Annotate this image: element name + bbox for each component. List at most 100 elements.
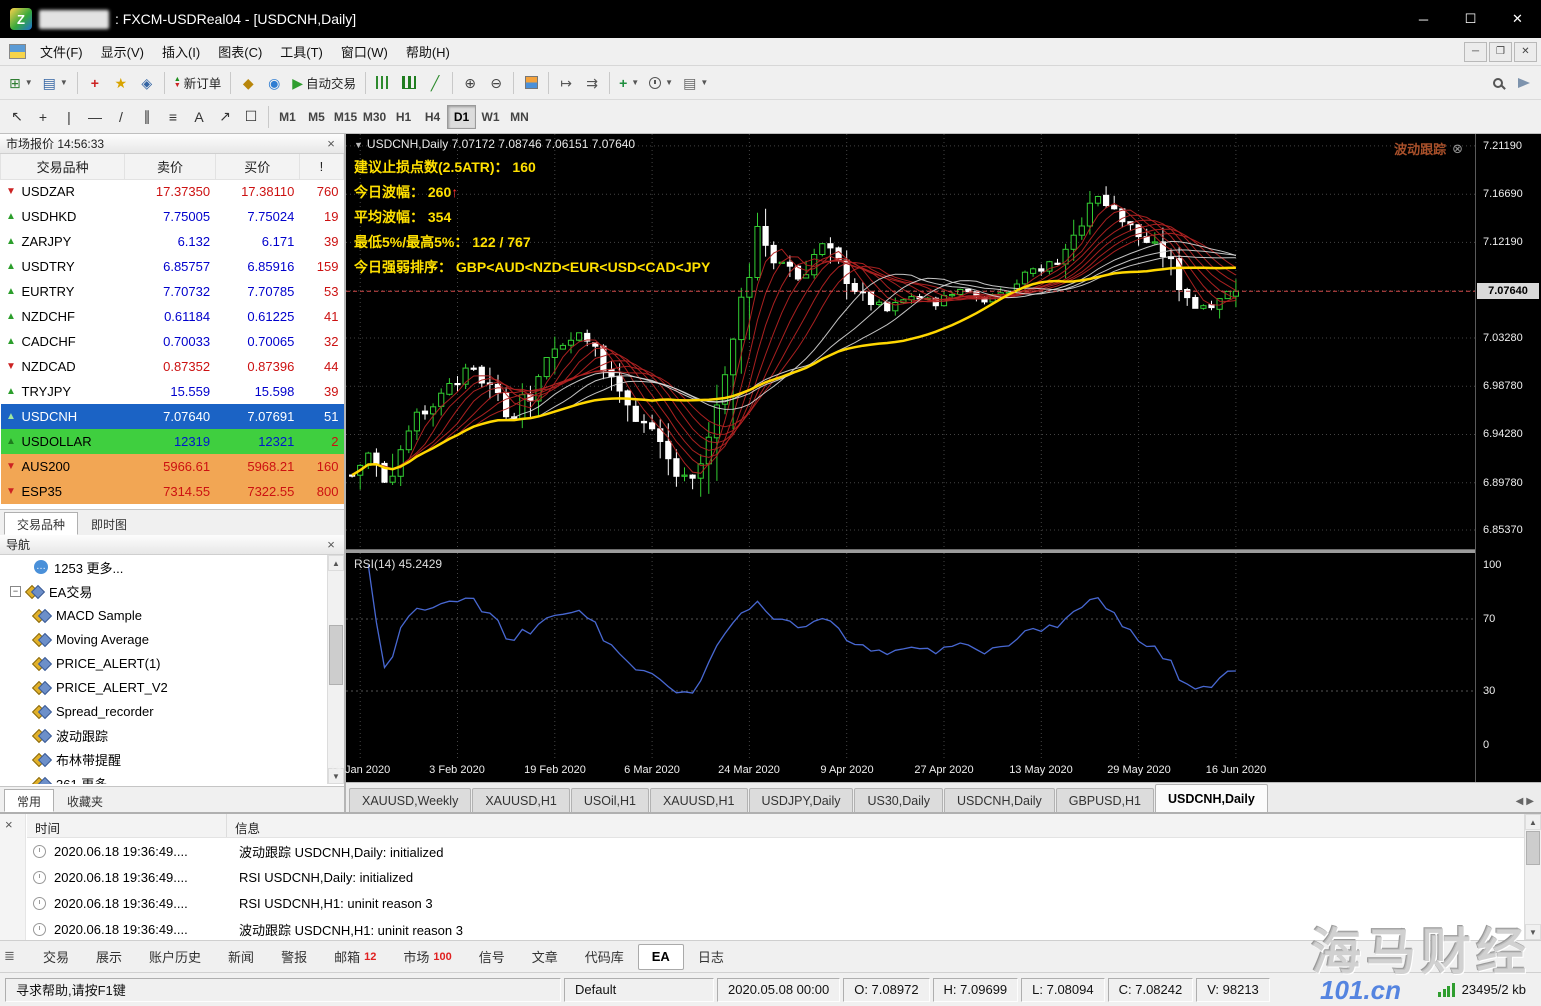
timeframe-H4-button[interactable]: H4 <box>418 105 447 129</box>
timeframe-M30-button[interactable]: M30 <box>360 105 389 129</box>
mql5-community-button[interactable]: ◉ <box>261 70 287 96</box>
market-watch-tab-0[interactable]: 交易品种 <box>4 512 79 535</box>
market-watch-row-ZARJPY[interactable]: ▲ ZARJPY 6.132 6.171 39 <box>0 229 344 254</box>
navigator-item-6[interactable]: Spread_recorder <box>0 699 327 723</box>
new-order-button[interactable]: ▲ ▼ 新订单 <box>169 70 226 96</box>
market-watch-tab-1[interactable]: 即时图 <box>78 512 140 535</box>
timeframe-M5-button[interactable]: M5 <box>302 105 331 129</box>
cursor-tool-button[interactable]: ↖ <box>4 104 30 130</box>
trendline-tool-button[interactable]: / <box>108 104 134 130</box>
menu-item-3[interactable]: 图表(C) <box>209 38 271 65</box>
terminal-close-icon[interactable]: × <box>5 817 13 832</box>
tabs-scroll-left-icon[interactable]: ◀ <box>1516 796 1524 807</box>
market-watch-row-ESP35[interactable]: ▼ ESP35 7314.55 7322.55 800 <box>0 479 344 504</box>
terminal-tab-邮箱[interactable]: 邮箱 12 <box>321 944 389 970</box>
profiles-button[interactable]: ▤ ▼ <box>38 70 73 96</box>
navigator-item-3[interactable]: Moving Average <box>0 627 327 651</box>
zoom-out-button[interactable]: ⊖ <box>483 70 509 96</box>
bar-chart-button[interactable] <box>370 70 396 96</box>
navigator-item-2[interactable]: MACD Sample <box>0 603 327 627</box>
navigator-item-1[interactable]: − EA交易 <box>0 579 327 603</box>
shapes-tool-button[interactable]: ☐ <box>238 104 264 130</box>
fibonacci-tool-button[interactable]: ≡ <box>160 104 186 130</box>
menu-item-1[interactable]: 显示(V) <box>92 38 153 65</box>
market-watch-row-USDCNH[interactable]: ▲ USDCNH 7.07640 7.07691 51 <box>0 404 344 429</box>
menu-item-4[interactable]: 工具(T) <box>271 38 332 65</box>
autotrading-button[interactable]: ▶ 自动交易 <box>287 70 361 96</box>
chart-tab-1[interactable]: XAUUSD,H1 <box>472 788 570 812</box>
terminal-tab-文章[interactable]: 文章 <box>519 944 571 970</box>
navigator-tab-0[interactable]: 常用 <box>4 789 55 812</box>
close-button[interactable]: ✕ <box>1494 0 1541 38</box>
market-watch-toggle-button[interactable]: + <box>82 70 108 96</box>
status-profile[interactable]: Default <box>564 977 714 1002</box>
terminal-tab-新闻[interactable]: 新闻 <box>215 944 267 970</box>
timeframe-MN-button[interactable]: MN <box>505 105 534 129</box>
candlestick-chart-button[interactable] <box>396 70 422 96</box>
terminal-tab-信号[interactable]: 信号 <box>466 944 518 970</box>
market-watch-row-CADCHF[interactable]: ▲ CADCHF 0.70033 0.70065 32 <box>0 329 344 354</box>
column-header-2[interactable]: 买价 <box>214 154 300 180</box>
text-tool-button[interactable]: A <box>186 104 212 130</box>
horizontal-line-tool-button[interactable]: — <box>82 104 108 130</box>
market-watch-row-NZDCAD[interactable]: ▼ NZDCAD 0.87352 0.87396 44 <box>0 354 344 379</box>
mdi-restore-button[interactable]: ❐ <box>1489 41 1512 62</box>
terminal-tab-日志[interactable]: 日志 <box>685 944 737 970</box>
time-axis[interactable]: 16 Jan 2020 3 Feb 2020 19 Feb 2020 6 Mar 20… <box>330 759 1475 782</box>
navigator-item-9[interactable]: 361 更多 <box>0 771 327 785</box>
chart-tab-6[interactable]: USDCNH,Daily <box>944 788 1055 812</box>
terminal-column-time[interactable]: 时间 <box>27 814 227 837</box>
scroll-thumb[interactable] <box>1526 831 1540 865</box>
market-watch-row-EURTRY[interactable]: ▲ EURTRY 7.70732 7.70785 53 <box>0 279 344 304</box>
log-row-0[interactable]: 2020.06.18 19:36:49.... 波动跟踪 USDCNH,Daily… <box>27 838 1524 864</box>
column-header-0[interactable]: 交易品种 <box>0 154 126 180</box>
menu-item-6[interactable]: 帮助(H) <box>397 38 459 65</box>
navigator-toggle-button[interactable]: ◈ <box>134 70 160 96</box>
periods-button[interactable]: ▼ <box>644 70 678 96</box>
search-button[interactable] <box>1485 70 1511 96</box>
navigator-item-7[interactable]: 波动跟踪 <box>0 723 327 747</box>
log-row-3[interactable]: 2020.06.18 19:36:49.... 波动跟踪 USDCNH,H1: u… <box>27 916 1524 942</box>
community-chat-button[interactable] <box>1511 70 1537 96</box>
terminal-tab-EA[interactable]: EA <box>637 943 684 970</box>
timeframe-M15-button[interactable]: M15 <box>331 105 360 129</box>
navigator-item-4[interactable]: PRICE_ALERT(1) <box>0 651 327 675</box>
market-watch-row-USDHKD[interactable]: ▲ USDHKD 7.75005 7.75024 19 <box>0 204 344 229</box>
tile-windows-button[interactable] <box>518 70 544 96</box>
menu-item-5[interactable]: 窗口(W) <box>332 38 397 65</box>
scroll-thumb[interactable] <box>329 625 343 685</box>
terminal-scrollbar[interactable]: ▲ ▼ <box>1524 814 1541 940</box>
timeframe-D1-button[interactable]: D1 <box>447 104 476 129</box>
navigator-item-5[interactable]: PRICE_ALERT_V2 <box>0 675 327 699</box>
navigator-item-0[interactable]: … 1253 更多... <box>0 555 327 579</box>
terminal-tab-账户历史[interactable]: 账户历史 <box>136 944 214 970</box>
rsi-pane[interactable]: RSI(14) 45.2429 <box>346 553 1475 759</box>
indicator-remove-icon[interactable]: ⊗ <box>1452 141 1463 157</box>
terminal-column-message[interactable]: 信息 <box>227 814 1524 837</box>
log-row-2[interactable]: 2020.06.18 19:36:49.... RSI USDCNH,H1: un… <box>27 890 1524 916</box>
navigator-close-icon[interactable]: × <box>324 537 338 552</box>
navigator-tab-1[interactable]: 收藏夹 <box>54 789 116 812</box>
navigator-item-8[interactable]: 布林带提醒 <box>0 747 327 771</box>
terminal-tab-市场[interactable]: 市场 100 <box>390 944 464 970</box>
timeframe-H1-button[interactable]: H1 <box>389 105 418 129</box>
mdi-minimize-button[interactable]: ─ <box>1464 41 1487 62</box>
arrow-tool-button[interactable]: ↗ <box>212 104 238 130</box>
terminal-tab-代码库[interactable]: 代码库 <box>572 944 637 970</box>
chart-tab-2[interactable]: USOil,H1 <box>570 788 649 812</box>
scroll-down-icon[interactable]: ▼ <box>1525 924 1541 940</box>
chart-tab-8[interactable]: USDCNH,Daily <box>1155 784 1268 812</box>
scroll-up-icon[interactable]: ▲ <box>1525 814 1541 830</box>
chart-shift-button[interactable]: ⇉ <box>579 70 605 96</box>
metaeditor-button[interactable]: ◆ <box>235 70 261 96</box>
log-row-1[interactable]: 2020.06.18 19:36:49.... RSI USDCNH,Daily:… <box>27 864 1524 890</box>
vertical-line-tool-button[interactable]: | <box>56 104 82 130</box>
minimize-button[interactable]: ─ <box>1400 0 1447 38</box>
terminal-tab-展示[interactable]: 展示 <box>83 944 135 970</box>
equidistant-channel-tool-button[interactable]: ∥ <box>134 104 160 130</box>
menu-item-0[interactable]: 文件(F) <box>31 38 92 65</box>
timeframe-W1-button[interactable]: W1 <box>476 105 505 129</box>
chart-tab-5[interactable]: US30,Daily <box>854 788 944 812</box>
auto-scroll-button[interactable]: ↦ <box>553 70 579 96</box>
dock-icon[interactable]: ≣ <box>4 948 15 964</box>
